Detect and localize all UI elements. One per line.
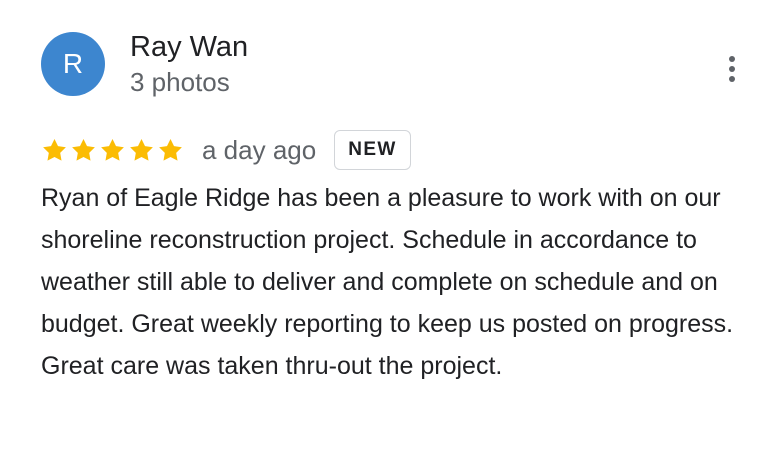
new-badge: NEW	[334, 130, 411, 170]
avatar-letter: R	[62, 48, 84, 79]
reviewer-avatar[interactable]: R	[41, 32, 105, 96]
star-icon	[159, 138, 182, 161]
review-card: R Ray Wan 3 photos a day ago NEW Ryan of…	[0, 0, 784, 454]
review-text: Ryan of Eagle Ridge has been a pleasure …	[41, 184, 734, 380]
star-icon	[72, 138, 95, 161]
more-options-button[interactable]	[716, 50, 748, 88]
rating-row: a day ago NEW	[41, 128, 411, 172]
star-icon	[130, 138, 153, 161]
more-vert-icon	[729, 56, 735, 82]
star-icon	[101, 138, 124, 161]
star-icon	[43, 138, 66, 161]
reviewer-photo-count[interactable]: 3 photos	[130, 65, 230, 99]
review-date: a day ago	[202, 135, 317, 165]
reviewer-name[interactable]: Ray Wan	[130, 28, 248, 66]
star-rating	[41, 137, 184, 164]
